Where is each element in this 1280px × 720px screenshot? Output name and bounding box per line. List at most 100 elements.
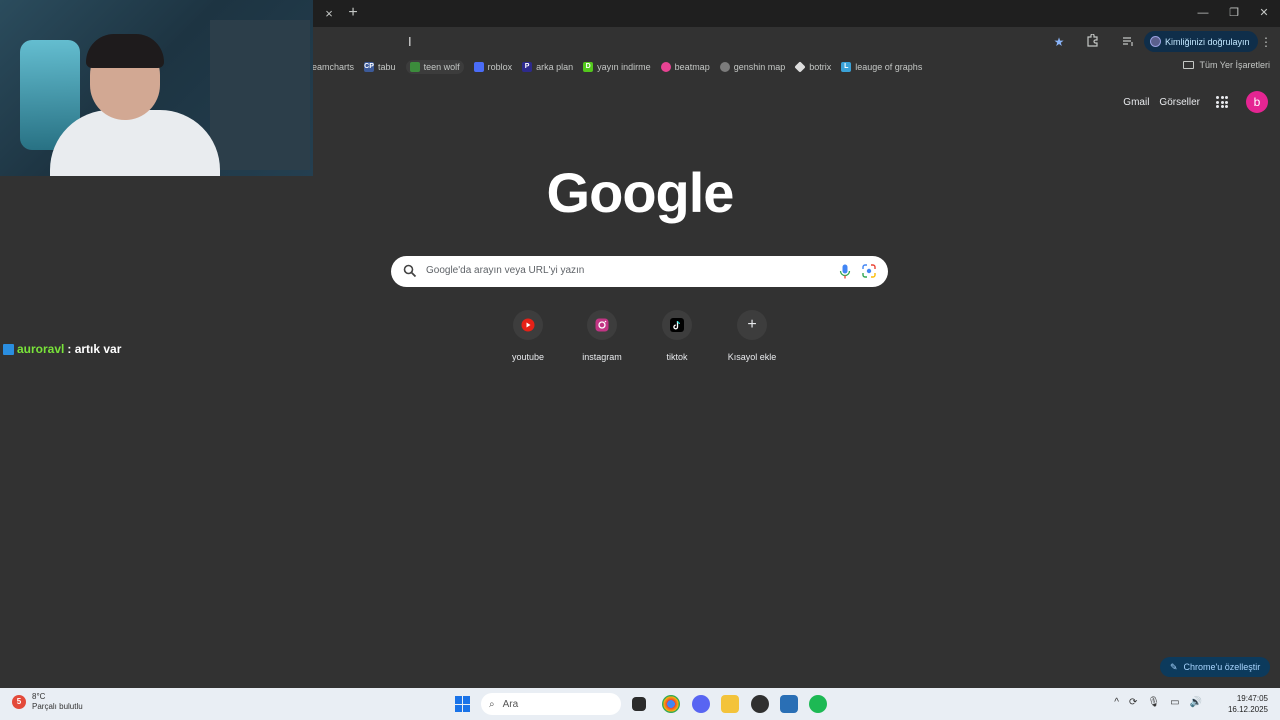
bookmark-star-icon[interactable]: ★ (1051, 34, 1067, 50)
google-apps-icon[interactable] (1216, 96, 1228, 108)
sync-icon[interactable]: ⟳ (1129, 697, 1137, 708)
weather-widget[interactable]: 5 8°C Parçalı bulutlu (12, 692, 83, 712)
osu-icon (660, 62, 671, 72)
shortcut-tiktok[interactable]: tiktok (642, 310, 712, 362)
spotify-icon[interactable] (809, 695, 827, 713)
minimize-button[interactable]: — (1195, 5, 1211, 21)
chat-message: auroravl : artık var (3, 342, 121, 356)
shortcut-tile (662, 310, 692, 340)
restore-button[interactable]: ❐ (1226, 5, 1242, 21)
shortcut-tile (587, 310, 617, 340)
cp-icon: CP (364, 62, 375, 72)
bookmark-teamcharts[interactable]: eamcharts (312, 62, 354, 72)
bookmark-label: leauge of graphs (855, 62, 923, 72)
folder-taskbar-icon[interactable] (721, 695, 739, 713)
shortcut-label: Kısayol ekle (727, 352, 777, 362)
extensions-icon[interactable] (1084, 33, 1100, 50)
images-link[interactable]: Görseller (1159, 97, 1200, 108)
webcam-overlay (0, 0, 313, 176)
chat-badge-icon (3, 343, 14, 355)
tiktok-icon (670, 318, 684, 332)
profile-avatar-icon (1150, 36, 1161, 47)
google-lens-icon[interactable] (862, 264, 876, 278)
close-window-button[interactable]: ✕ (1256, 5, 1272, 21)
chat-username: auroravl (17, 342, 65, 356)
pencil-icon: ✎ (1170, 661, 1178, 672)
new-tab-button[interactable]: + (345, 5, 361, 21)
bookmark-label: arka plan (536, 62, 574, 72)
windows-taskbar: 5 8°C Parçalı bulutlu ⌕ Ara ^ ⟳ 🎙 ▭ 🔊 19… (0, 688, 1280, 720)
bookmark-beatmap[interactable]: beatmap (660, 62, 710, 72)
youtube-icon (521, 318, 535, 332)
customize-chrome-button[interactable]: ✎ Chrome'u özelleştir (1160, 657, 1271, 677)
shortcut-label: instagram (582, 352, 622, 362)
instagram-icon (595, 318, 609, 332)
streamer-hair (86, 34, 164, 68)
teenwolf-icon (409, 62, 420, 72)
weather-badge: 5 (12, 695, 26, 709)
shortcut-youtube[interactable]: youtube (493, 310, 563, 362)
bookmark-label: beatmap (674, 62, 710, 72)
windows-start-icon[interactable] (455, 696, 471, 712)
search-icon (403, 264, 417, 278)
chat-text: : artık var (67, 342, 122, 356)
search-placeholder: Google'da arayın veya URL'yi yazın (426, 265, 585, 276)
log-icon: L (841, 62, 852, 72)
streamer-shirt (50, 110, 220, 176)
add-icon: + (747, 316, 757, 333)
gmail-link[interactable]: Gmail (1123, 97, 1149, 108)
bookmark-botrix[interactable]: botrix (794, 61, 832, 73)
bookmark-label: botrix (809, 62, 832, 72)
customize-label: Chrome'u özelleştir (1183, 662, 1261, 672)
shortcut-label: tiktok (666, 352, 688, 362)
obs-icon[interactable] (751, 695, 769, 713)
microphone-icon[interactable] (839, 264, 851, 279)
file-explorer-dark-icon[interactable] (632, 697, 646, 711)
shortcut-instagram[interactable]: instagram (567, 310, 637, 362)
taskbar-search-icon: ⌕ (489, 698, 495, 710)
chrome-menu-icon[interactable]: ⋮ (1258, 34, 1274, 50)
shortcut-label: youtube (511, 352, 545, 362)
bookmark-label: tabu (378, 62, 396, 72)
network-icon[interactable]: ▭ (1170, 697, 1179, 708)
background-shelf (210, 20, 310, 170)
chrome-taskbar-icon[interactable] (662, 695, 680, 713)
verify-identity-button[interactable]: Kimliğinizi doğrulayın (1144, 31, 1258, 52)
all-bookmarks-label: Tüm Yer İşaretleri (1199, 60, 1270, 70)
discord-icon[interactable] (692, 695, 710, 713)
ntp-header-links: Gmail Görseller b (1123, 91, 1268, 113)
tab-close-button[interactable]: × (321, 6, 337, 22)
genshin-icon (719, 62, 730, 72)
taskbar-search[interactable]: ⌕ Ara (481, 693, 621, 715)
system-clock[interactable]: 19:47:05 16.12.2025 (1228, 693, 1268, 715)
verify-identity-label: Kimliğinizi doğrulayın (1165, 36, 1250, 47)
bookmark-genshin-map[interactable]: genshin map (719, 62, 785, 72)
google-logo: Google (546, 161, 735, 224)
bookmark-label: eamcharts (312, 62, 355, 72)
shortcut-tile (513, 310, 543, 340)
bookmark-roblox[interactable]: roblox (473, 62, 512, 72)
media-controls-icon[interactable] (1120, 34, 1136, 50)
chevron-up-icon[interactable]: ^ (1114, 697, 1119, 708)
search-box[interactable]: Google'da arayın veya URL'yi yazın (391, 256, 888, 287)
clock-date: 16.12.2025 (1227, 705, 1268, 714)
arkaplan-icon: P (522, 62, 533, 72)
shortcut-add[interactable]: + Kısayol ekle (717, 310, 787, 362)
taskbar-search-label: Ara (502, 698, 519, 710)
folder-icon (1183, 61, 1195, 69)
bookmark-yayin-indirme[interactable]: D yayın indirme (583, 62, 651, 72)
bookmark-label: yayın indirme (597, 62, 651, 72)
download-icon: D (583, 62, 594, 72)
bookmark-tabu[interactable]: CP tabu (364, 62, 396, 72)
all-bookmarks-button[interactable]: Tüm Yer İşaretleri (1183, 60, 1270, 70)
account-avatar[interactable]: b (1246, 91, 1268, 113)
bookmark-league-of-graphs[interactable]: L leauge of graphs (841, 62, 922, 72)
photos-icon[interactable] (780, 695, 798, 713)
shortcut-tile: + (737, 310, 767, 340)
volume-icon[interactable]: 🔊 (1190, 697, 1202, 708)
microphone-tray-icon[interactable]: 🎙 (1147, 697, 1160, 708)
botrix-icon (794, 61, 806, 73)
weather-condition: Parçalı bulutlu (32, 702, 83, 711)
bookmark-arka-plan[interactable]: P arka plan (522, 62, 573, 72)
bookmark-teen-wolf[interactable]: teen wolf (405, 60, 464, 74)
